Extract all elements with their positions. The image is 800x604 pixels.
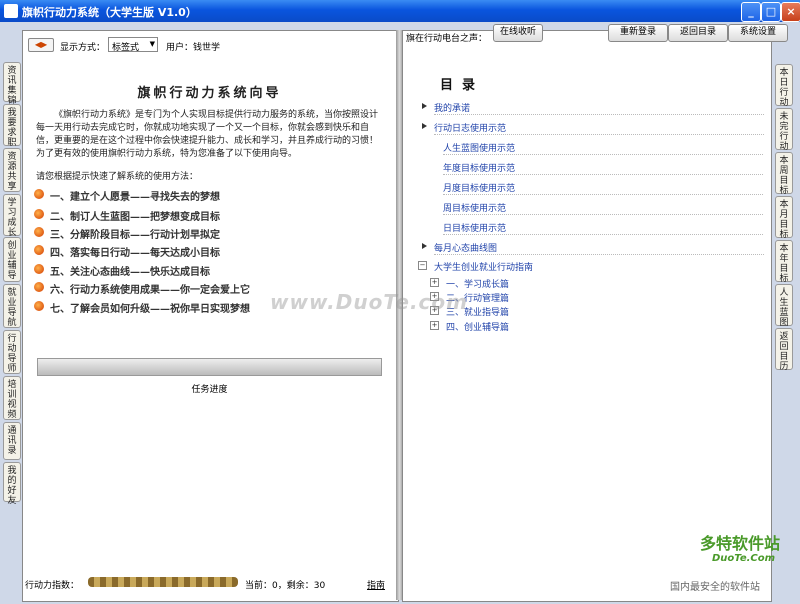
- watermark-brand: 多特软件站: [700, 534, 781, 553]
- watermark-domain: DuoTe.Com: [712, 553, 776, 564]
- minimize-button[interactable]: _: [741, 2, 761, 22]
- expand-icon[interactable]: +: [430, 278, 439, 287]
- guide-step-label: 三、分解阶段目标——行动计划早拟定: [50, 230, 220, 241]
- left-tab-4[interactable]: 学习成长: [3, 194, 21, 238]
- guide-intro: 《旗帜行动力系统》是专门为个人实现目标提供行动力服务的系统，当你按照设计每一天用…: [36, 110, 379, 159]
- right-tab-6[interactable]: 人生蓝图: [775, 284, 793, 328]
- watermark-slogan: 国内最安全的软件站: [670, 582, 760, 593]
- display-mode-select[interactable]: 标签式 ▼: [108, 37, 158, 53]
- triangle-right-icon: [422, 123, 427, 129]
- guide-prompt: 请您根据提示快速了解系统的使用方法：: [36, 172, 199, 182]
- left-tab-2[interactable]: 我要求职: [3, 104, 21, 148]
- left-tab-5[interactable]: 创业辅导: [3, 237, 21, 282]
- guide-step-2[interactable]: 二、制订人生蓝图——把梦想变成目标: [34, 208, 220, 223]
- toc-title: 目 录: [440, 78, 476, 93]
- play-bullet-icon: [34, 264, 44, 274]
- guide-step-1[interactable]: 一、建立个人愿景——寻找失去的梦想: [34, 188, 220, 203]
- toc-promise[interactable]: 我的承诺: [422, 101, 470, 114]
- toc-divider: [443, 194, 763, 195]
- play-bullet-icon: [34, 227, 44, 237]
- toc-year[interactable]: 年度目标使用示范: [443, 161, 515, 174]
- left-tab-10[interactable]: 我的好友: [3, 462, 21, 506]
- right-tab-3[interactable]: 本周目标: [775, 152, 793, 196]
- left-tab-8[interactable]: 培训视频: [3, 376, 21, 420]
- expand-icon[interactable]: +: [430, 321, 439, 330]
- toc-divider: [443, 174, 763, 175]
- settings-button[interactable]: 系统设置: [728, 24, 788, 42]
- guide-step-label: 七、了解会员如何升级——祝你早日实现梦想: [50, 304, 250, 315]
- toc-divider: [443, 234, 763, 235]
- left-tab-7[interactable]: 行动导师: [3, 330, 21, 374]
- back-to-toc-button[interactable]: 返回目录: [668, 24, 728, 42]
- title-bar: 旗帜行动力系统（大学生版 V1.0） _ □ ×: [0, 0, 800, 22]
- page-nav-icon[interactable]: ◀▶: [28, 38, 54, 52]
- play-bullet-icon: [34, 282, 44, 292]
- toc-journal[interactable]: 行动日志使用示范: [422, 121, 506, 134]
- toc-divider: [443, 154, 763, 155]
- toc-week[interactable]: 周目标使用示范: [443, 201, 506, 214]
- guide-title: 旗帜行动力系统向导: [137, 86, 282, 101]
- guide-step-label: 四、落实每日行动——每天达成小目标: [50, 248, 220, 259]
- toc-month[interactable]: 月度目标使用示范: [443, 181, 515, 194]
- right-tab-7[interactable]: 返回目历: [775, 328, 793, 372]
- guide-step-6[interactable]: 六、行动力系统使用成果——你一定会爱上它: [34, 281, 250, 296]
- right-tab-4[interactable]: 本月目标: [775, 196, 793, 240]
- listen-online-button[interactable]: 在线收听: [493, 24, 543, 42]
- toc-divider: [434, 254, 764, 255]
- watermark-site: www.DuoTe.com: [270, 290, 468, 314]
- play-bullet-icon: [34, 209, 44, 219]
- maximize-button[interactable]: □: [761, 2, 781, 22]
- toc-g1[interactable]: + 一、学习成长篇: [430, 277, 509, 290]
- toc-divider: [434, 134, 764, 135]
- progress-label: 任务进度: [191, 385, 228, 395]
- guide-step-label: 六、行动力系统使用成果——你一定会爱上它: [50, 285, 250, 296]
- left-tab-3[interactable]: 资源共享: [3, 148, 21, 192]
- toc-guide[interactable]: − 大学生创业就业行动指南: [418, 260, 533, 273]
- guide-step-5[interactable]: 五、关注心态曲线——快乐达成目标: [34, 263, 210, 278]
- guide-step-label: 五、关注心态曲线——快乐达成目标: [50, 267, 210, 278]
- user-label: 用户：钱世学: [166, 43, 221, 53]
- toc-divider: [434, 114, 764, 115]
- toc-life[interactable]: 人生蓝图使用示范: [443, 141, 515, 154]
- action-index-status: 当前：0，剩余：30: [245, 581, 326, 591]
- triangle-right-icon: [422, 243, 427, 249]
- right-tab-1[interactable]: 本日行动: [775, 64, 793, 108]
- toc-day[interactable]: 日目标使用示范: [443, 221, 506, 234]
- app-icon: [4, 4, 18, 18]
- toc-mood[interactable]: 每月心态曲线图: [422, 241, 497, 254]
- toc-g4[interactable]: + 四、创业辅导篇: [430, 320, 509, 333]
- relogin-button[interactable]: 重新登录: [608, 24, 668, 42]
- left-tab-1[interactable]: 资讯集锦: [3, 62, 21, 106]
- guide-link[interactable]: 指南: [367, 578, 385, 591]
- chevron-down-icon: ▼: [149, 40, 155, 48]
- guide-step-4[interactable]: 四、落实每日行动——每天达成小目标: [34, 244, 220, 259]
- play-bullet-icon: [34, 245, 44, 255]
- left-tab-9[interactable]: 通讯录: [3, 422, 21, 460]
- close-button[interactable]: ×: [781, 2, 800, 22]
- task-progress-bar: [37, 358, 382, 376]
- left-tab-6[interactable]: 就业导航: [3, 284, 21, 328]
- window-title: 旗帜行动力系统（大学生版 V1.0）: [22, 6, 197, 19]
- guide-step-label: 二、制订人生蓝图——把梦想变成目标: [50, 212, 220, 223]
- right-tab-2[interactable]: 未完行动: [775, 108, 793, 152]
- triangle-right-icon: [422, 103, 427, 109]
- display-mode-value: 标签式: [112, 43, 140, 53]
- guide-step-label: 一、建立个人愿景——寻找失去的梦想: [50, 192, 220, 203]
- guide-step-7[interactable]: 七、了解会员如何升级——祝你早日实现梦想: [34, 300, 250, 315]
- play-bullet-icon: [34, 189, 44, 199]
- play-bullet-icon: [34, 301, 44, 311]
- action-index-label: 行动力指数：: [25, 581, 80, 591]
- right-tab-5[interactable]: 本年目标: [775, 240, 793, 284]
- toc-divider: [443, 214, 763, 215]
- guide-step-3[interactable]: 三、分解阶段目标——行动计划早拟定: [34, 226, 220, 241]
- display-mode-label: 显示方式：: [60, 43, 106, 53]
- collapse-icon[interactable]: −: [418, 261, 427, 270]
- radio-label: 旗在行动电台之声：: [406, 34, 488, 44]
- action-index-bar: [88, 577, 238, 587]
